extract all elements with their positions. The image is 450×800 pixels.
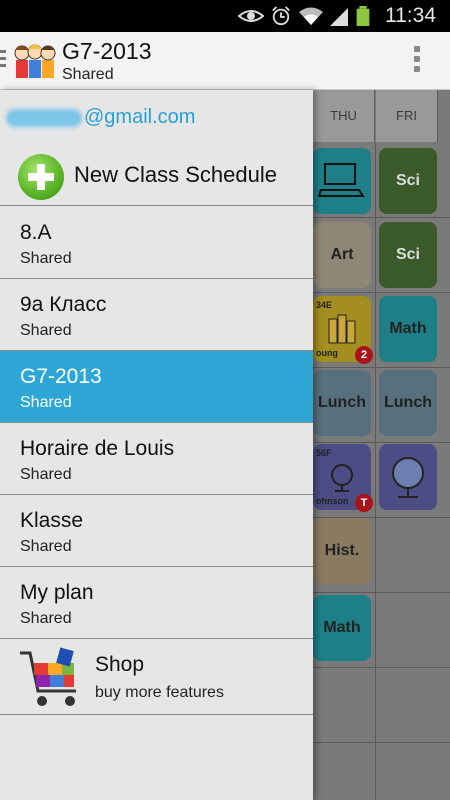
redacted-username	[6, 108, 82, 127]
timetable-cell-math-thu[interactable]: Math	[313, 595, 371, 661]
schedule-item[interactable]: 9a Класс Shared	[0, 279, 313, 351]
schedule-subtitle: Shared	[20, 466, 72, 483]
alarm-icon	[272, 6, 290, 26]
timetable-cell-computer[interactable]	[313, 148, 371, 214]
schedule-subtitle: Shared	[20, 538, 72, 555]
teacher-name: oung	[316, 348, 338, 358]
add-icon	[18, 154, 64, 200]
schedule-item-selected[interactable]: G7-2013 Shared	[0, 351, 313, 423]
timetable-background: THU FRI Art 34E oung 2 Lunch 56F ohnson …	[313, 90, 450, 800]
schedule-item[interactable]: Klasse Shared	[0, 495, 313, 567]
timetable-cell-sci-2[interactable]: Sci	[379, 222, 437, 288]
room-code: 56F	[316, 448, 332, 458]
timetable-cell-globe[interactable]: 56F ohnson T	[313, 444, 373, 512]
schedule-subtitle: Shared	[20, 322, 72, 339]
account-email-domain: @gmail.com	[84, 106, 196, 128]
schedule-title: Horaire de Louis	[20, 437, 175, 460]
timetable-cell-globe-fri[interactable]	[379, 444, 437, 510]
timetable-cell-art[interactable]: Art	[313, 222, 371, 288]
teacher-badge: T	[355, 494, 373, 512]
new-class-schedule-label: New Class Schedule	[74, 162, 277, 187]
schedule-item[interactable]: My plan Shared	[0, 567, 313, 639]
books-icon	[328, 314, 356, 344]
overflow-menu-icon[interactable]	[414, 46, 422, 76]
notification-badge: 2	[355, 346, 373, 364]
laptop-icon	[317, 163, 365, 197]
timetable-cell-books[interactable]: 34E oung 2	[313, 296, 373, 364]
day-header-thu: THU	[313, 90, 375, 142]
page-title: G7-2013	[62, 38, 152, 64]
page-subtitle: Shared	[62, 66, 114, 83]
schedule-title: Klasse	[20, 509, 84, 532]
eye-icon	[238, 10, 264, 22]
teacher-name: ohnson	[316, 496, 349, 506]
room-code: 34E	[316, 300, 333, 310]
schedule-title: G7-2013	[20, 365, 102, 388]
timetable-cell-lunch-fri[interactable]: Lunch	[379, 370, 437, 436]
account-email[interactable]: @gmail.com	[6, 106, 195, 129]
schedule-item[interactable]: 8.A Shared	[0, 207, 313, 279]
timetable-cell-math-fri[interactable]: Math	[379, 296, 437, 362]
signal-icon	[330, 8, 348, 26]
schedule-subtitle: Shared	[20, 610, 72, 627]
schedule-title: 9a Класс	[20, 293, 107, 316]
battery-icon	[356, 6, 370, 26]
schedule-subtitle: Shared	[20, 394, 72, 411]
shop-title: Shop	[95, 653, 145, 676]
wifi-icon	[299, 7, 323, 25]
drawer-toggle-icon[interactable]	[0, 50, 8, 72]
day-header-fri: FRI	[376, 90, 438, 142]
shopping-cart-icon	[20, 647, 76, 706]
globe-icon	[331, 464, 353, 492]
new-class-schedule-button[interactable]: New Class Schedule	[0, 146, 313, 206]
shop-subtitle: buy more features	[95, 684, 224, 701]
timetable-cell-sci-1[interactable]: Sci	[379, 148, 437, 214]
timetable-cell-hist[interactable]: Hist.	[313, 518, 371, 584]
schedule-subtitle: Shared	[20, 250, 72, 267]
kids-logo-icon[interactable]	[14, 40, 56, 82]
navigation-drawer: @gmail.com New Class Schedule 8.A Shared…	[0, 90, 313, 800]
status-time: 11:34	[385, 4, 436, 27]
schedule-item[interactable]: Horaire de Louis Shared	[0, 423, 313, 495]
status-bar: 11:34	[0, 0, 450, 32]
timetable-cell-lunch-thu[interactable]: Lunch	[313, 370, 371, 436]
schedule-title: 8.A	[20, 221, 52, 244]
shop-item[interactable]: Shop buy more features	[0, 639, 313, 715]
schedule-title: My plan	[20, 581, 94, 604]
globe-icon	[392, 457, 424, 498]
action-bar: G7-2013 Shared	[0, 32, 450, 90]
